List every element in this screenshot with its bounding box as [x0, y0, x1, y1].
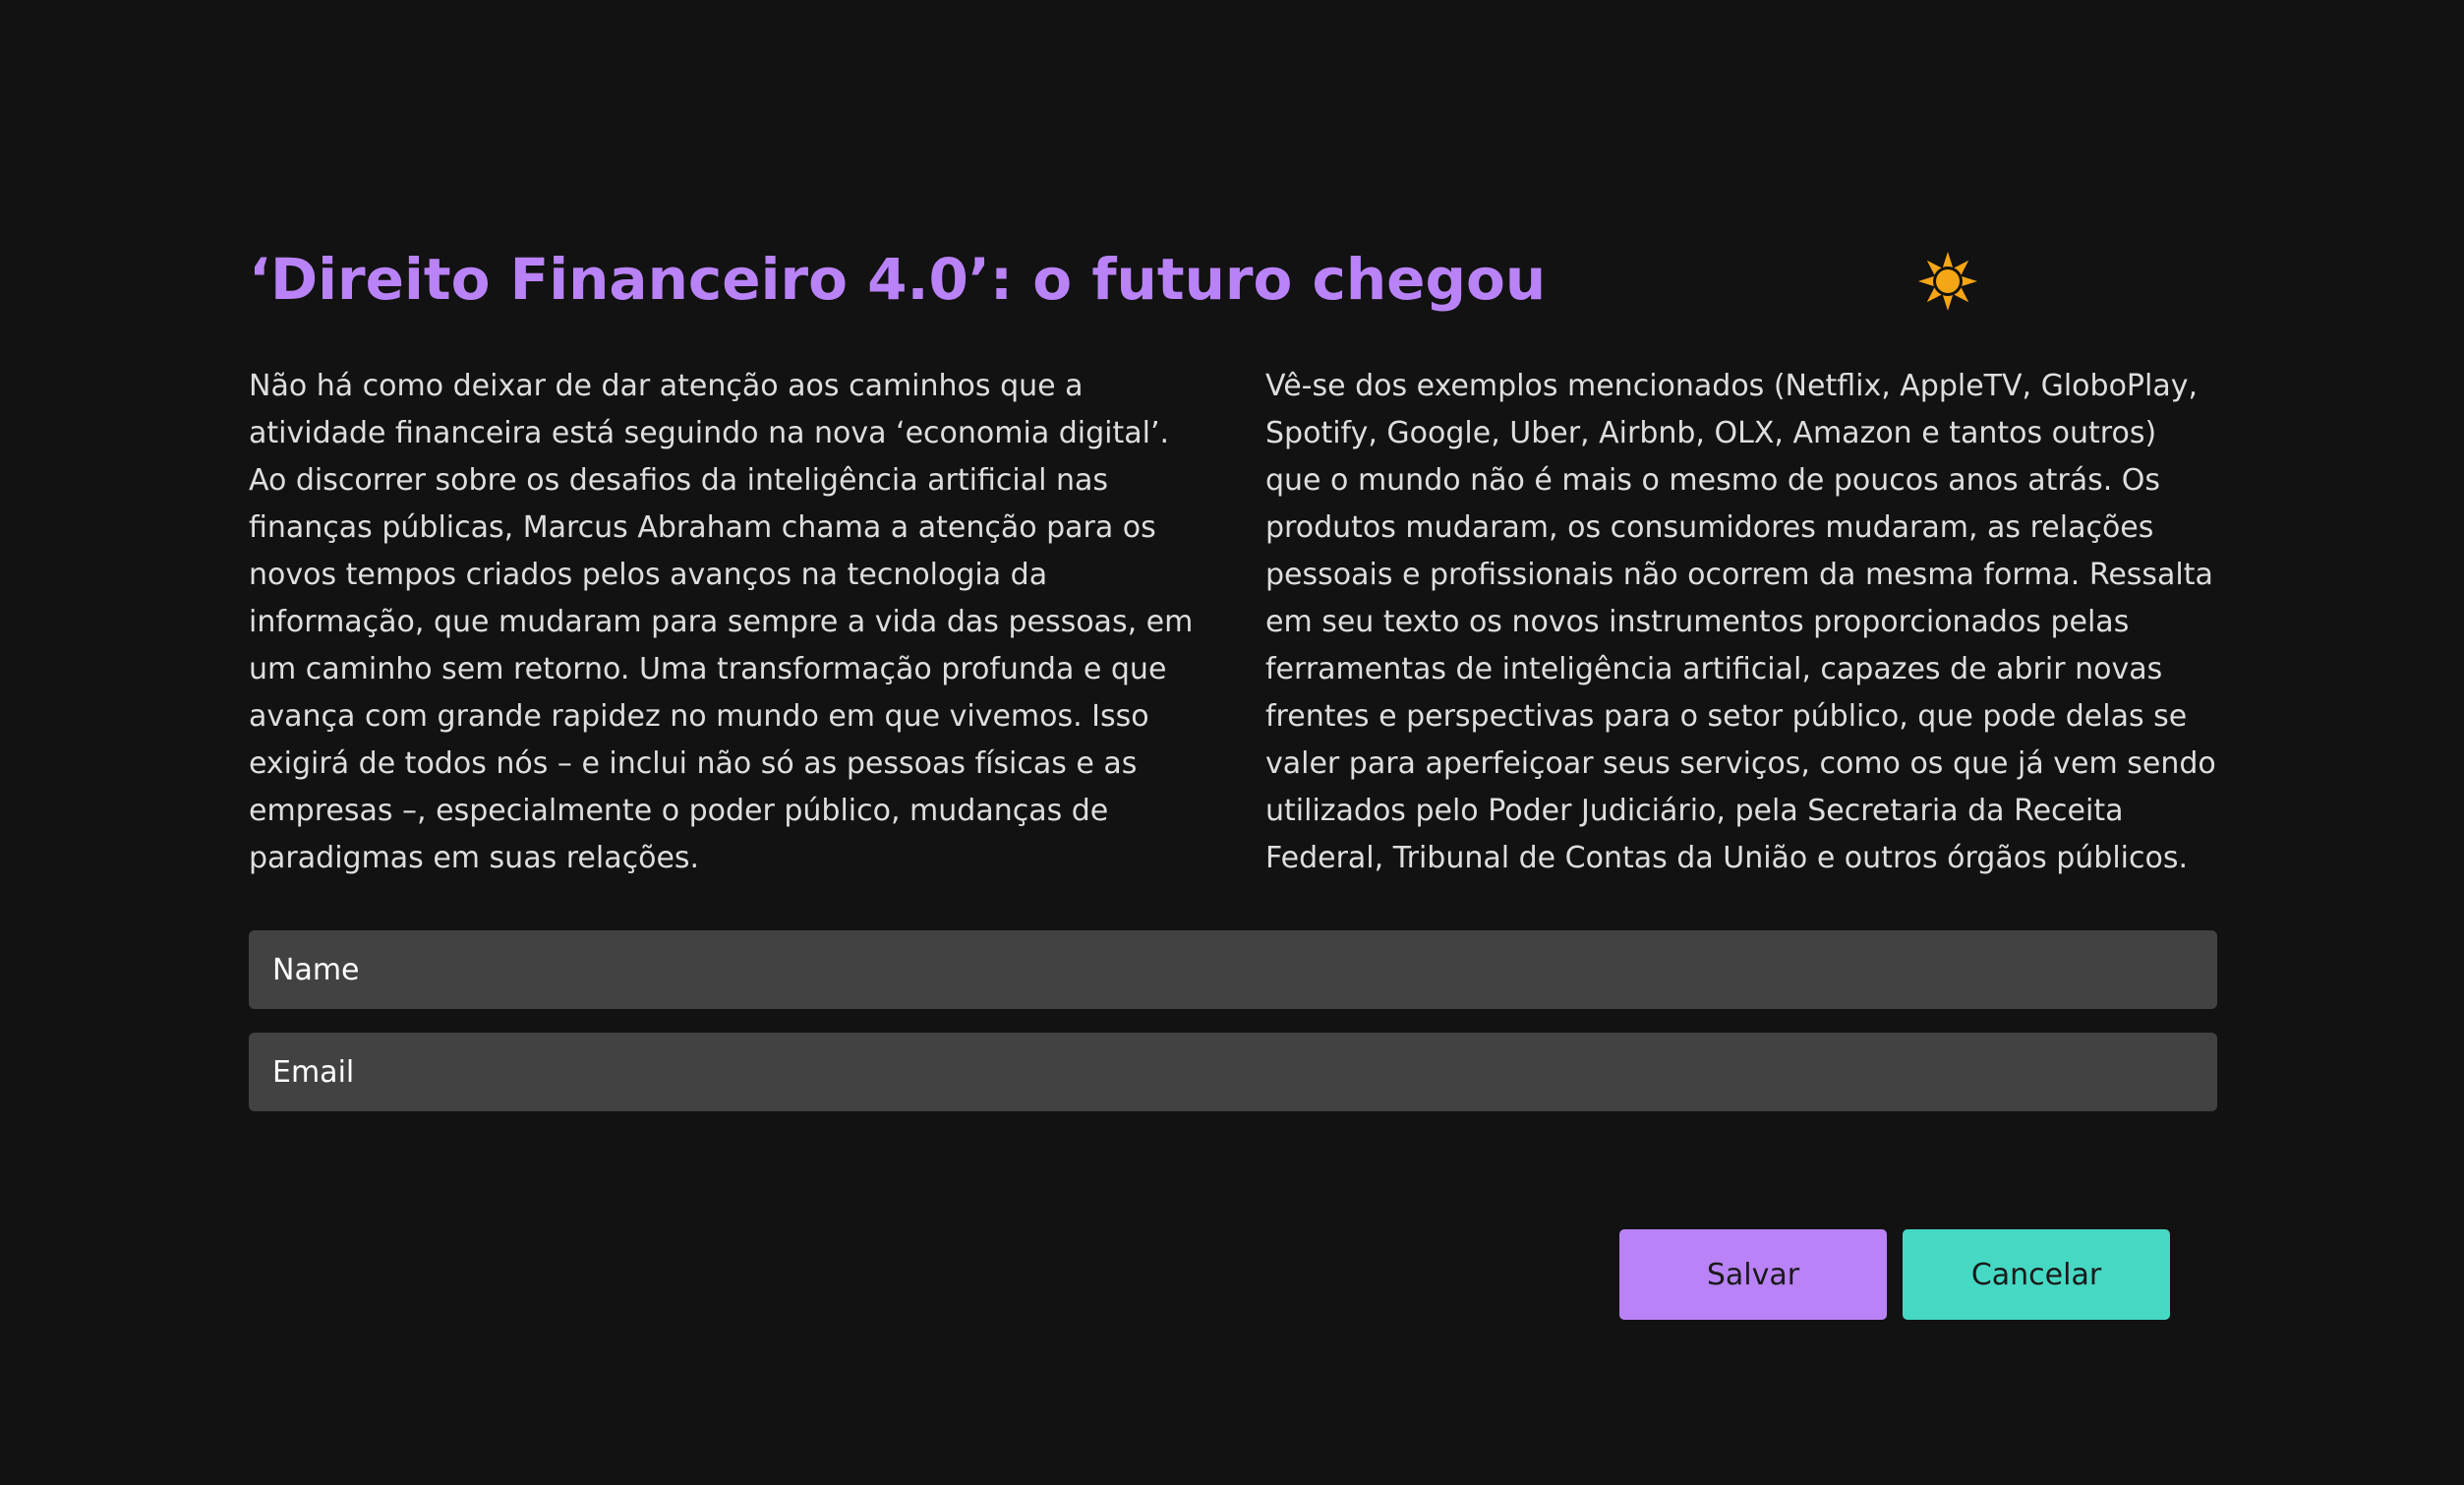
- save-button[interactable]: Salvar: [1619, 1229, 1887, 1320]
- right-paragraph-1: Vê-se dos exemplos mencionados (Netflix,…: [1265, 369, 2216, 875]
- email-field[interactable]: [249, 1033, 2217, 1111]
- sun-icon[interactable]: [1916, 250, 1979, 313]
- left-paragraph-1: Não há como deixar de dar atenção aos ca…: [249, 369, 1170, 450]
- article-container: ‘Direito Financeiro 4.0’: o futuro chego…: [249, 236, 2217, 1320]
- left-column: Não há como deixar de dar atenção aos ca…: [249, 363, 1201, 882]
- sun-icon-graphic: [1918, 252, 1977, 311]
- right-column: Vê-se dos exemplos mencionados (Netflix,…: [1265, 363, 2217, 882]
- name-field[interactable]: [249, 930, 2217, 1009]
- cancel-button[interactable]: Cancelar: [1903, 1229, 2170, 1320]
- left-paragraph-2: Ao discorrer sobre os desafios da inteli…: [249, 463, 1194, 875]
- page-title: ‘Direito Financeiro 4.0’: o futuro chego…: [249, 246, 1547, 313]
- article-body: Não há como deixar de dar atenção aos ca…: [249, 363, 2217, 882]
- article-header: ‘Direito Financeiro 4.0’: o futuro chego…: [249, 236, 2217, 325]
